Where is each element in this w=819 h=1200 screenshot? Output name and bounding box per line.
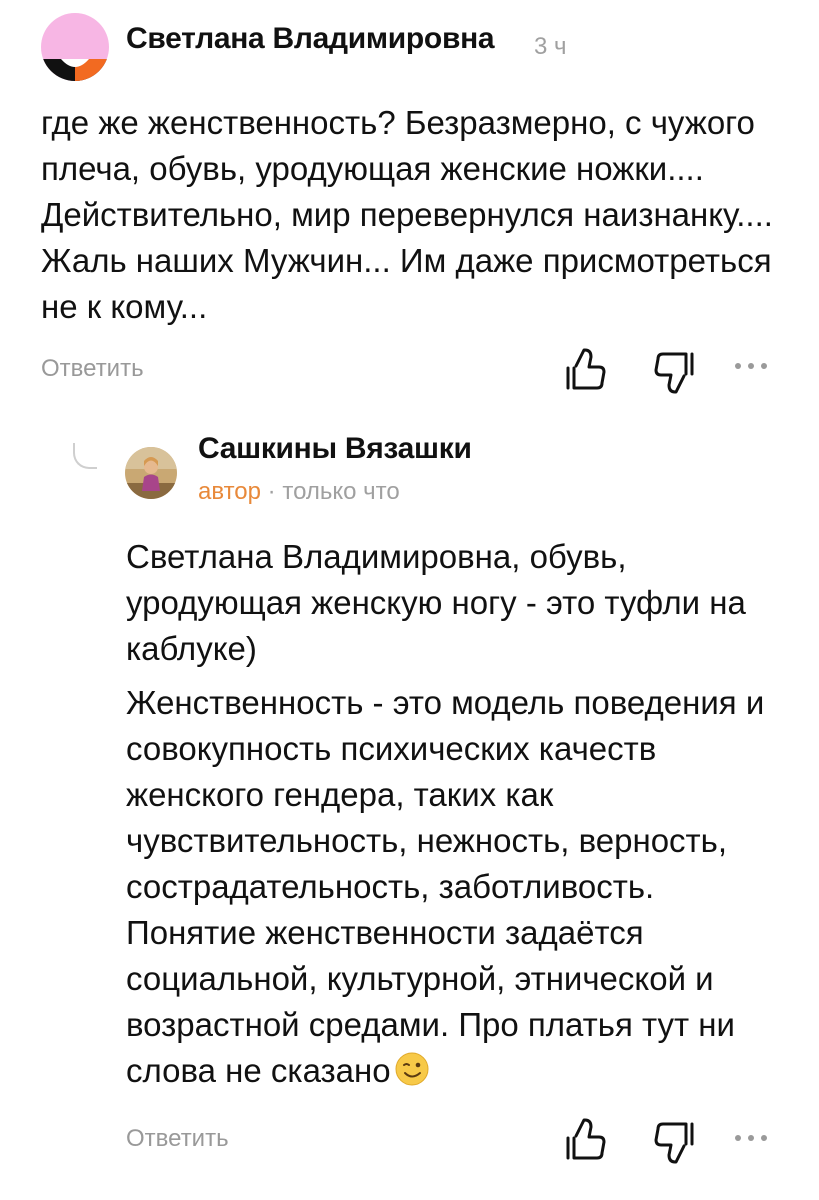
reply-button[interactable]: Ответить — [41, 355, 144, 383]
thumbs-up-icon[interactable] — [563, 1116, 607, 1162]
comment-text-paragraph: Женственность - это модель поведения и с… — [126, 680, 786, 1094]
thumbs-up-icon[interactable] — [563, 346, 607, 392]
avatar-pink-black-orange-icon — [41, 13, 109, 81]
thumbs-down-icon[interactable] — [653, 350, 697, 396]
comment-author[interactable]: Сашкины Вязашки — [198, 432, 472, 466]
comment-author[interactable]: Светлана Владимировна — [126, 22, 495, 56]
winking-face-emoji-icon — [395, 1052, 429, 1086]
comment-text: Женственность - это модель поведения и с… — [126, 684, 765, 1089]
comment-meta: автор · только что — [198, 478, 400, 506]
comment-time: только что — [282, 478, 400, 505]
reply-button[interactable]: Ответить — [126, 1125, 229, 1153]
avatar[interactable] — [41, 13, 109, 81]
more-dots-icon[interactable] — [731, 1128, 771, 1148]
comment-text: где же женственность? Безразмерно, с чуж… — [41, 104, 773, 325]
more-dots-icon[interactable] — [731, 356, 771, 376]
comment-text: Светлана Владимировна, обувь, уродующая … — [126, 538, 746, 667]
thumbs-down-icon[interactable] — [653, 1120, 697, 1166]
avatar-photo-icon — [125, 447, 177, 499]
author-badge: автор — [198, 478, 261, 505]
thread-connector — [73, 443, 97, 469]
comment-time: 3 ч — [534, 33, 567, 60]
meta-separator: · — [267, 478, 276, 505]
avatar[interactable] — [125, 447, 177, 499]
